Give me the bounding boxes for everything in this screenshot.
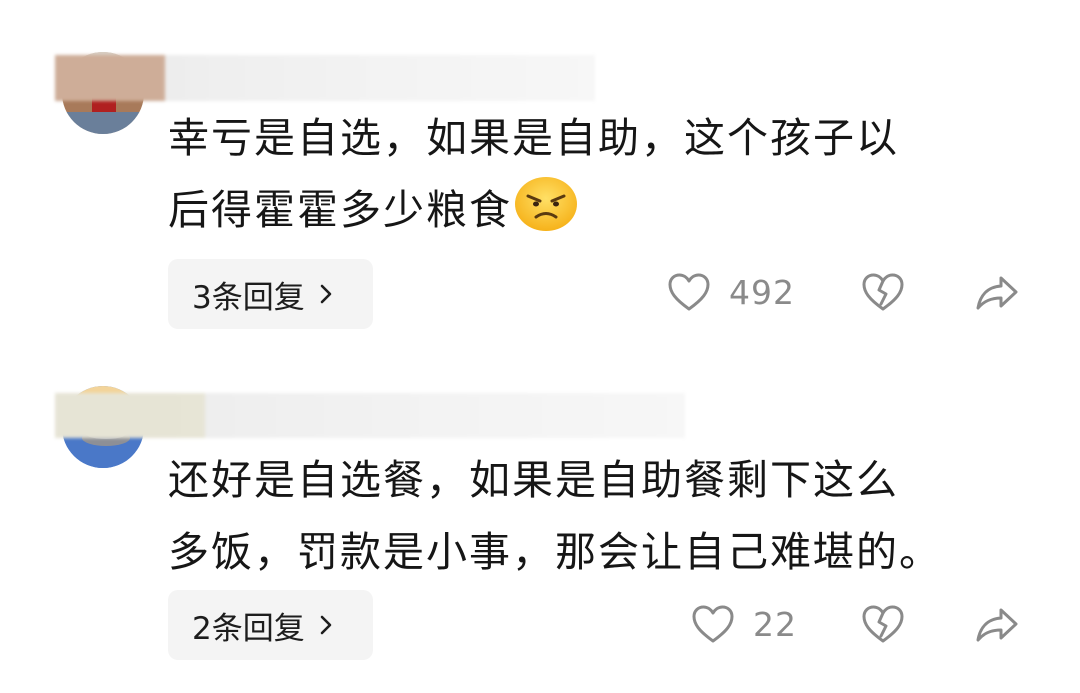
share-arrow-icon xyxy=(976,276,1018,310)
heart-outline-icon xyxy=(668,273,710,311)
chevron-right-icon xyxy=(320,284,332,304)
like-button[interactable]: 492 xyxy=(667,272,795,312)
comment-text: 还好是自选餐，如果是自助餐剩下这么 多饭，罚款是小事，那会让自己难堪的。 xyxy=(168,456,942,576)
like-count: 22 xyxy=(753,604,797,644)
username-blurred xyxy=(55,393,685,438)
comment-text: 幸亏是自选，如果是自助，这个孩子以 后得霍霍多少粮食 xyxy=(168,114,899,234)
view-replies-button[interactable]: 2条回复 xyxy=(168,590,373,660)
heart-outline-icon xyxy=(692,605,734,643)
chevron-right-icon xyxy=(320,615,332,635)
share-arrow-icon xyxy=(976,608,1018,642)
like-button[interactable]: 22 xyxy=(691,604,797,644)
like-count: 492 xyxy=(729,272,795,312)
username-blurred xyxy=(55,55,595,101)
share-button[interactable] xyxy=(975,606,1019,644)
dislike-button[interactable] xyxy=(861,272,905,312)
annoyed-face-icon xyxy=(514,174,578,232)
share-button[interactable] xyxy=(975,274,1019,312)
dislike-button[interactable] xyxy=(861,604,905,644)
view-replies-button[interactable]: 3条回复 xyxy=(168,259,373,329)
broken-heart-icon xyxy=(862,273,904,311)
broken-heart-icon xyxy=(862,605,904,643)
reply-count-label: 3条回复 xyxy=(192,279,305,316)
reply-count-label: 2条回复 xyxy=(192,610,305,647)
